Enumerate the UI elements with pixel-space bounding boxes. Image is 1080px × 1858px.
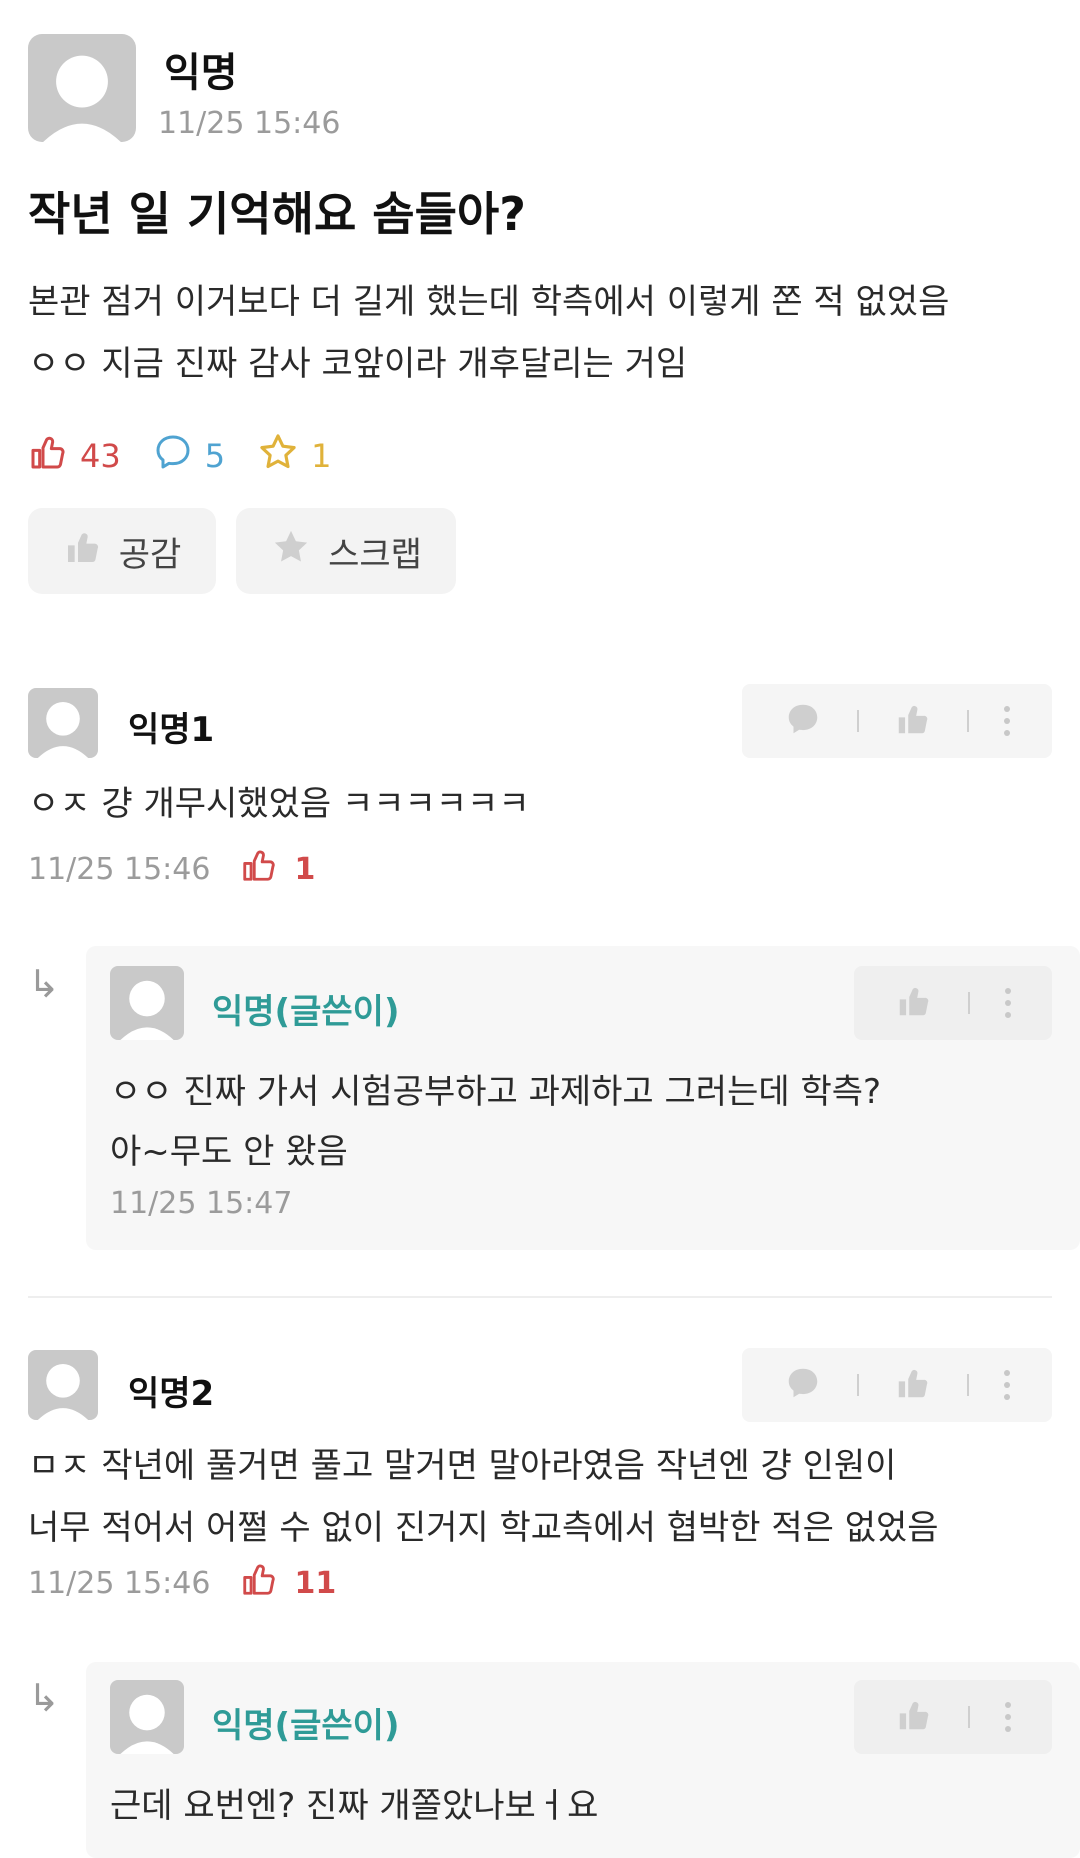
- thumbs-up-icon: [63, 527, 103, 576]
- scrap-button-label: 스크랩: [328, 534, 422, 575]
- avatar: [110, 966, 184, 1040]
- divider: [967, 992, 970, 1014]
- thumbs-up-icon[interactable]: [895, 1696, 933, 1738]
- post-like-count: 43: [80, 437, 121, 475]
- like-icon: [240, 846, 278, 892]
- post-body-line1: 본관 점거 이거보다 더 길게 했는데 학측에서 이렇게 쫀 적 없었음: [28, 282, 950, 322]
- reply-text-line1: 근데 요번엔? 진짜 개쫄았나보ㅓ요: [110, 1786, 599, 1826]
- more-icon[interactable]: [1004, 988, 1011, 1018]
- post-body-line2: ㅇㅇ 지금 진짜 감사 코앞이라 개후달리는 거임: [28, 344, 688, 384]
- star-icon: [270, 526, 312, 577]
- post-stats: 43 5 1: [28, 434, 331, 478]
- thumbs-up-icon[interactable]: [894, 700, 932, 742]
- comment-time: 11/25 15:46: [28, 1565, 211, 1601]
- post-scrap-count: 1: [311, 437, 332, 475]
- comment-author: 익명2: [128, 1374, 215, 1414]
- like-icon: [28, 432, 68, 480]
- reply-arrow-icon: ↳: [28, 962, 60, 1006]
- post-author: 익명: [164, 50, 238, 96]
- comment-author: 익명1: [128, 710, 215, 750]
- reply-icon[interactable]: [784, 1364, 822, 1406]
- divider: [967, 1374, 970, 1396]
- more-icon[interactable]: [1004, 1370, 1011, 1400]
- divider: [967, 710, 970, 732]
- comment-text-line2: 너무 적어서 어쩔 수 없이 진거지 학교측에서 협박한 적은 없었음: [28, 1508, 939, 1548]
- reply-text-line2: 아~무도 안 왔음: [110, 1132, 348, 1172]
- comment-meta: 11/25 15:46 1: [28, 846, 315, 892]
- avatar: [110, 1680, 184, 1754]
- thumbs-up-icon[interactable]: [895, 982, 933, 1024]
- more-icon[interactable]: [1004, 1702, 1011, 1732]
- comment-time: 11/25 15:46: [28, 851, 211, 887]
- reply-time: 11/25 15:47: [110, 1186, 293, 1221]
- avatar: [28, 34, 136, 142]
- comment-text: ㅇㅈ 걍 개무시했었음 ㅋㅋㅋㅋㅋㅋ: [28, 784, 530, 824]
- thumbs-up-icon[interactable]: [894, 1364, 932, 1406]
- avatar: [28, 688, 98, 758]
- reply-text-line1: ㅇㅇ 진짜 가서 시험공부하고 과제하고 그러는데 학측?: [110, 1072, 882, 1112]
- post-time: 11/25 15:46: [158, 106, 341, 141]
- scrap-button[interactable]: 스크랩: [236, 508, 456, 594]
- reply-author: 익명(글쓴이): [212, 1706, 400, 1746]
- reply-arrow-icon: ↳: [28, 1676, 60, 1720]
- divider: [856, 710, 859, 732]
- comment-meta: 11/25 15:46 11: [28, 1560, 336, 1606]
- comment-actions: [742, 1348, 1052, 1422]
- divider: [28, 1296, 1052, 1298]
- comment-icon: [153, 432, 193, 480]
- reply-author: 익명(글쓴이): [212, 992, 400, 1032]
- like-button-label: 공감: [118, 534, 182, 575]
- post-comment-count: 5: [204, 437, 226, 475]
- divider: [856, 1374, 859, 1396]
- like-icon: [240, 1560, 278, 1606]
- avatar: [28, 1350, 98, 1420]
- reply-actions: [854, 966, 1052, 1040]
- comment-text-line1: ㅁㅈ 작년에 풀거면 풀고 말거면 말아라였음 작년엔 걍 인원이: [28, 1446, 897, 1486]
- comment-like-count: 11: [294, 1565, 337, 1601]
- comment-like-count: 1: [294, 851, 316, 887]
- reply-actions: [854, 1680, 1052, 1754]
- post-title: 작년 일 기억해요 솜들아?: [28, 187, 526, 241]
- like-button[interactable]: 공감: [28, 508, 216, 594]
- star-icon: [257, 431, 299, 481]
- more-icon[interactable]: [1004, 706, 1011, 736]
- comment-actions: [742, 684, 1052, 758]
- reply-icon[interactable]: [784, 700, 822, 742]
- divider: [967, 1706, 970, 1728]
